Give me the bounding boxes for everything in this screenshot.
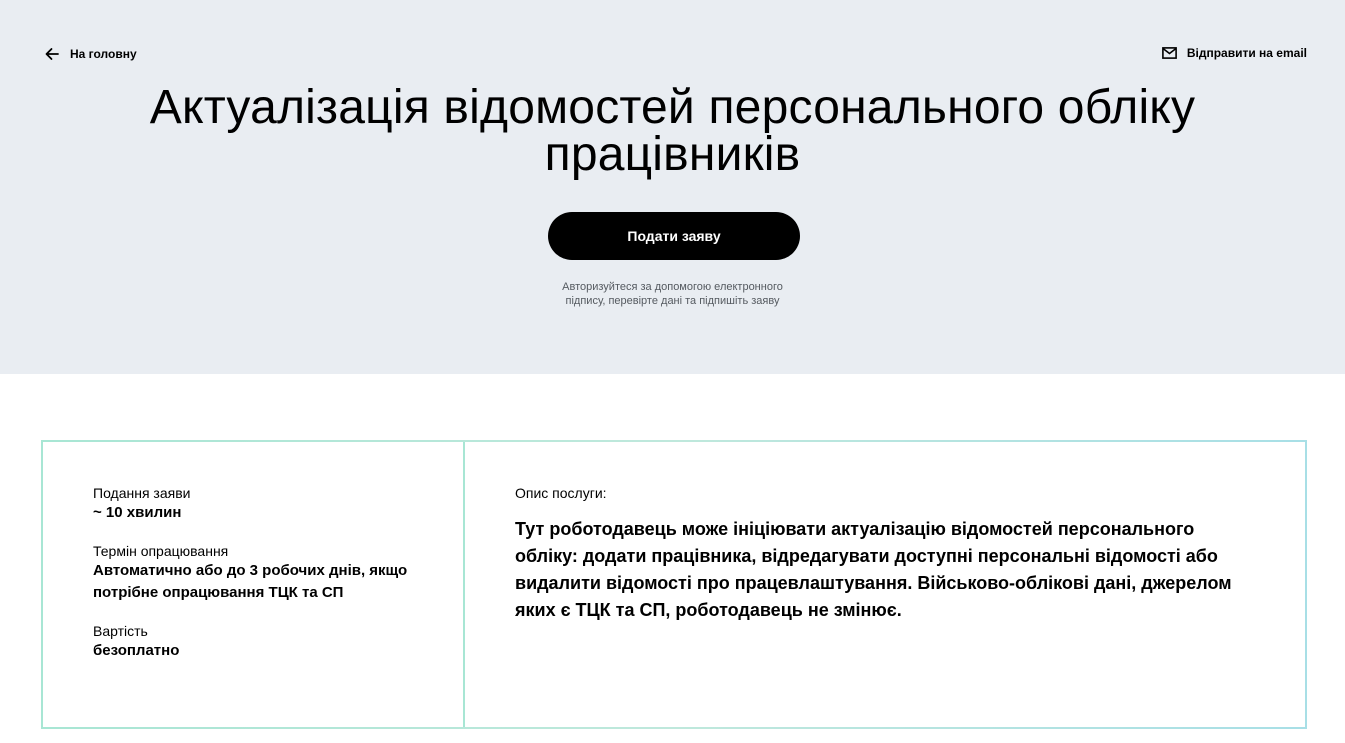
back-to-home-link[interactable]: На головну xyxy=(44,46,137,62)
info-value: Автоматично або до 3 робочих днів, якщо … xyxy=(93,562,408,601)
info-label: Вартість xyxy=(93,623,148,639)
hero-section: На головну Відправити на email Актуаліза… xyxy=(0,0,1345,374)
back-link-label: На головну xyxy=(70,47,137,61)
page-title-line-2: працівників xyxy=(544,128,801,181)
submit-hint: Авторизуйтеся за допомогою електронного … xyxy=(0,280,1345,308)
send-email-link[interactable]: Відправити на email xyxy=(1161,46,1307,60)
info-value: ~ 10 хвилин xyxy=(93,504,182,521)
submit-hint-line-2: підпису, перевірте дані та підпишіть зая… xyxy=(565,295,780,307)
info-value: безоплатно xyxy=(93,642,180,659)
service-description-panel: Опис послуги: Тут роботодавець може ініц… xyxy=(465,442,1305,727)
info-label: Подання заяви xyxy=(93,485,191,501)
page-title: Актуалізація відомостей персонального об… xyxy=(0,81,1345,181)
submit-application-button[interactable]: Подати заяву xyxy=(548,212,800,260)
arrow-left-icon xyxy=(45,48,59,60)
description-label: Опис послуги: xyxy=(515,485,607,501)
info-block-submission-time: Подання заяви ~ 10 хвилин xyxy=(93,484,463,524)
description-text: Тут роботодавець може ініціювати актуалі… xyxy=(515,519,1232,620)
page-title-line-1: Актуалізація відомостей персонального об… xyxy=(149,81,1196,134)
submit-hint-line-1: Авторизуйтеся за допомогою електронного xyxy=(562,281,783,293)
info-block-cost: Вартість безоплатно xyxy=(93,622,463,662)
envelope-icon xyxy=(1161,47,1177,59)
info-block-processing-time: Термін опрацювання Автоматично або до 3 … xyxy=(93,542,463,604)
service-info-card: Подання заяви ~ 10 хвилин Термін опрацюв… xyxy=(41,440,1307,729)
service-facts-panel: Подання заяви ~ 10 хвилин Термін опрацюв… xyxy=(43,442,465,727)
email-link-label: Відправити на email xyxy=(1186,46,1307,60)
info-label: Термін опрацювання xyxy=(93,543,229,559)
